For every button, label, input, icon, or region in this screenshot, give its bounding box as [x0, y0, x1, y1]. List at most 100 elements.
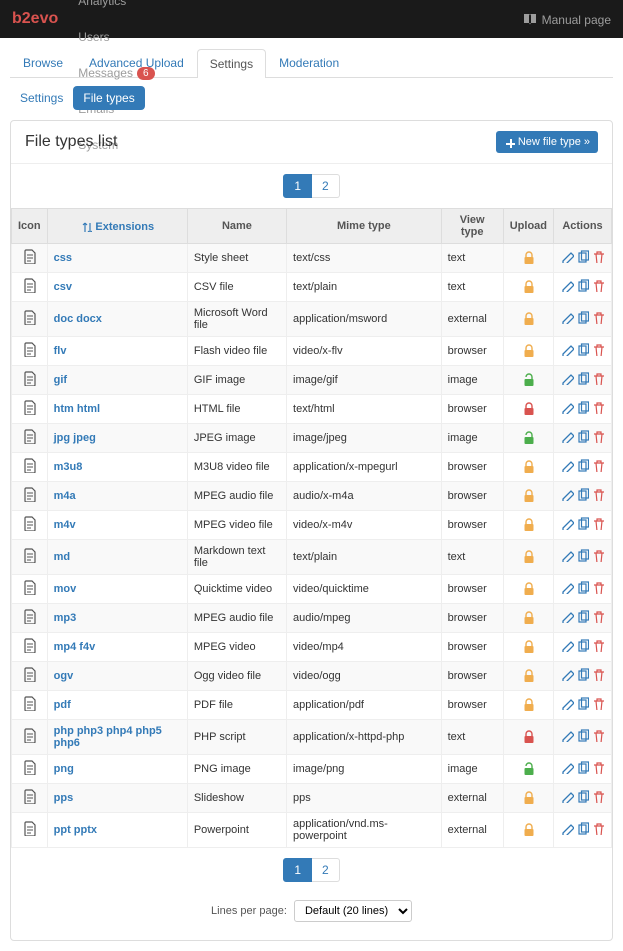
delete-icon[interactable]: [591, 729, 604, 742]
upload-lock-icon[interactable]: [522, 279, 534, 293]
delete-icon[interactable]: [591, 279, 604, 292]
copy-icon[interactable]: [576, 488, 589, 501]
extension-link[interactable]: gif: [54, 374, 67, 386]
upload-lock-icon[interactable]: [522, 372, 534, 386]
copy-icon[interactable]: [576, 459, 589, 472]
delete-icon[interactable]: [591, 549, 604, 562]
copy-icon[interactable]: [576, 549, 589, 562]
edit-icon[interactable]: [561, 250, 574, 263]
extension-link[interactable]: php php3 php4 php5 php6: [54, 725, 162, 749]
edit-icon[interactable]: [561, 639, 574, 652]
edit-icon[interactable]: [561, 401, 574, 414]
delete-icon[interactable]: [591, 430, 604, 443]
page-1[interactable]: 1: [283, 858, 312, 882]
delete-icon[interactable]: [591, 822, 604, 835]
copy-icon[interactable]: [576, 250, 589, 263]
upload-lock-icon[interactable]: [522, 822, 534, 836]
edit-icon[interactable]: [561, 372, 574, 385]
upload-lock-icon[interactable]: [522, 401, 534, 415]
upload-lock-icon[interactable]: [522, 697, 534, 711]
copy-icon[interactable]: [576, 372, 589, 385]
extension-link[interactable]: mp4 f4v: [54, 641, 96, 653]
edit-icon[interactable]: [561, 430, 574, 443]
copy-icon[interactable]: [576, 343, 589, 356]
upload-lock-icon[interactable]: [522, 250, 534, 264]
copy-icon[interactable]: [576, 401, 589, 414]
tab-settings[interactable]: Settings: [197, 49, 266, 78]
edit-icon[interactable]: [561, 279, 574, 292]
upload-lock-icon[interactable]: [522, 549, 534, 563]
page-2[interactable]: 2: [312, 174, 340, 198]
delete-icon[interactable]: [591, 697, 604, 710]
delete-icon[interactable]: [591, 610, 604, 623]
delete-icon[interactable]: [591, 639, 604, 652]
subtab-file-types[interactable]: File types: [73, 86, 144, 110]
new-file-type-button[interactable]: New file type »: [496, 131, 598, 153]
col-extensions[interactable]: Extensions: [47, 209, 187, 244]
delete-icon[interactable]: [591, 372, 604, 385]
lines-per-page-select[interactable]: Default (20 lines): [294, 900, 412, 922]
edit-icon[interactable]: [561, 343, 574, 356]
delete-icon[interactable]: [591, 401, 604, 414]
upload-lock-icon[interactable]: [522, 343, 534, 357]
copy-icon[interactable]: [576, 697, 589, 710]
copy-icon[interactable]: [576, 668, 589, 681]
tab-browse[interactable]: Browse: [10, 48, 76, 77]
subtab-settings[interactable]: Settings: [10, 86, 73, 110]
upload-lock-icon[interactable]: [522, 639, 534, 653]
nav-analytics[interactable]: Analytics: [68, 0, 164, 19]
extension-link[interactable]: m4v: [54, 519, 76, 531]
upload-lock-icon[interactable]: [522, 311, 534, 325]
upload-lock-icon[interactable]: [522, 668, 534, 682]
extension-link[interactable]: mov: [54, 583, 77, 595]
delete-icon[interactable]: [591, 668, 604, 681]
delete-icon[interactable]: [591, 311, 604, 324]
upload-lock-icon[interactable]: [522, 459, 534, 473]
extension-link[interactable]: css: [54, 252, 72, 264]
upload-lock-icon[interactable]: [522, 430, 534, 444]
upload-lock-icon[interactable]: [522, 581, 534, 595]
brand-logo[interactable]: b2evo: [12, 10, 58, 28]
delete-icon[interactable]: [591, 761, 604, 774]
edit-icon[interactable]: [561, 668, 574, 681]
copy-icon[interactable]: [576, 430, 589, 443]
copy-icon[interactable]: [576, 790, 589, 803]
extension-link[interactable]: md: [54, 551, 71, 563]
delete-icon[interactable]: [591, 250, 604, 263]
delete-icon[interactable]: [591, 790, 604, 803]
tab-advanced-upload[interactable]: Advanced Upload: [76, 48, 197, 77]
manual-page-link[interactable]: Manual page: [522, 12, 611, 27]
extension-link[interactable]: ogv: [54, 670, 74, 682]
extension-link[interactable]: jpg jpeg: [54, 432, 96, 444]
edit-icon[interactable]: [561, 610, 574, 623]
copy-icon[interactable]: [576, 729, 589, 742]
copy-icon[interactable]: [576, 822, 589, 835]
edit-icon[interactable]: [561, 517, 574, 530]
edit-icon[interactable]: [561, 581, 574, 594]
upload-lock-icon[interactable]: [522, 610, 534, 624]
copy-icon[interactable]: [576, 639, 589, 652]
copy-icon[interactable]: [576, 581, 589, 594]
extension-link[interactable]: m4a: [54, 490, 76, 502]
tab-moderation[interactable]: Moderation: [266, 48, 352, 77]
extension-link[interactable]: flv: [54, 345, 67, 357]
copy-icon[interactable]: [576, 761, 589, 774]
upload-lock-icon[interactable]: [522, 729, 534, 743]
copy-icon[interactable]: [576, 610, 589, 623]
edit-icon[interactable]: [561, 822, 574, 835]
edit-icon[interactable]: [561, 311, 574, 324]
extension-link[interactable]: ppt pptx: [54, 824, 97, 836]
extension-link[interactable]: htm html: [54, 403, 100, 415]
copy-icon[interactable]: [576, 311, 589, 324]
delete-icon[interactable]: [591, 459, 604, 472]
page-1[interactable]: 1: [283, 174, 312, 198]
upload-lock-icon[interactable]: [522, 761, 534, 775]
copy-icon[interactable]: [576, 517, 589, 530]
extension-link[interactable]: m3u8: [54, 461, 83, 473]
extension-link[interactable]: doc docx: [54, 313, 102, 325]
upload-lock-icon[interactable]: [522, 517, 534, 531]
extension-link[interactable]: mp3: [54, 612, 77, 624]
edit-icon[interactable]: [561, 761, 574, 774]
extension-link[interactable]: pdf: [54, 699, 71, 711]
delete-icon[interactable]: [591, 343, 604, 356]
